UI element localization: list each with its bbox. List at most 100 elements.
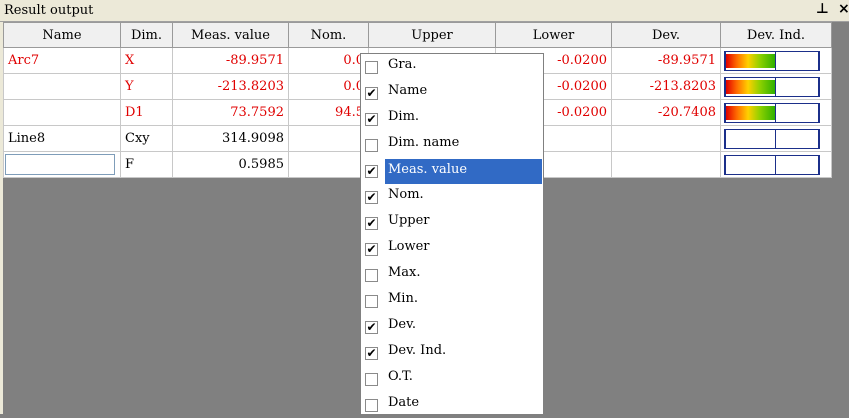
dev-indicator-fill bbox=[726, 79, 775, 94]
column-header-upper[interactable]: Upper bbox=[368, 22, 496, 48]
menu-item-label: Dev. Ind. bbox=[388, 343, 447, 358]
cell-dim: Cxy bbox=[120, 125, 173, 152]
cell-dim: Y bbox=[120, 73, 173, 100]
panel-titlebar: Result output ⊥ × bbox=[0, 0, 849, 22]
cell-meas-value: -213.8203 bbox=[172, 73, 289, 100]
menu-item-meas-value[interactable]: ✔ Meas. value bbox=[363, 159, 542, 184]
dev-indicator bbox=[724, 154, 820, 175]
dev-indicator-tick bbox=[775, 51, 776, 70]
menu-item-ot[interactable]: O.T. bbox=[363, 367, 541, 392]
cell-dev-ind bbox=[720, 151, 832, 178]
menu-item-label: Dim. bbox=[388, 109, 420, 124]
menu-item-gra[interactable]: Gra. bbox=[363, 55, 541, 80]
dev-indicator-tick bbox=[775, 129, 776, 148]
column-visibility-menu: Gra. ✔ Name ✔ Dim. Dim. name ✔ Meas. value … bbox=[360, 53, 544, 414]
menu-item-nom[interactable]: ✔ Nom. bbox=[363, 185, 541, 210]
cell-dev-ind bbox=[720, 125, 832, 152]
menu-item-upper[interactable]: ✔ Upper bbox=[363, 211, 541, 236]
column-header-meas-value[interactable]: Meas. value bbox=[172, 22, 289, 48]
cell-meas-value: 73.7592 bbox=[172, 99, 289, 126]
cell-nom: 0.0 bbox=[288, 47, 369, 74]
checkbox-icon[interactable] bbox=[365, 139, 378, 152]
column-header-dim[interactable]: Dim. bbox=[120, 22, 173, 48]
cell-meas-value: 314.9098 bbox=[172, 125, 289, 152]
pin-icon[interactable]: ⊥ bbox=[816, 1, 829, 17]
menu-item-label: Date bbox=[388, 395, 420, 410]
dev-indicator bbox=[724, 102, 820, 123]
cell-dim: X bbox=[120, 47, 173, 74]
column-header-dev[interactable]: Dev. bbox=[611, 22, 721, 48]
checkbox-icon[interactable] bbox=[365, 269, 378, 282]
dev-indicator bbox=[724, 76, 820, 97]
cell-dev-ind bbox=[720, 99, 832, 126]
cell-dev bbox=[611, 151, 721, 178]
dev-indicator bbox=[724, 50, 820, 71]
checkbox-icon[interactable]: ✔ bbox=[365, 191, 378, 204]
column-header-lower[interactable]: Lower bbox=[495, 22, 612, 48]
checkbox-icon[interactable]: ✔ bbox=[365, 217, 378, 230]
menu-item-label: Max. bbox=[388, 265, 421, 280]
menu-item-label: Lower bbox=[388, 239, 430, 254]
cell-dev-ind bbox=[720, 73, 832, 100]
menu-item-dim[interactable]: ✔ Dim. bbox=[363, 107, 541, 132]
cell-dim: F bbox=[120, 151, 173, 178]
cell-dev: -89.9571 bbox=[611, 47, 721, 74]
cell-meas-value: 0.5985 bbox=[172, 151, 289, 178]
table-header-row: Name Dim. Meas. value Nom. Upper Lower D… bbox=[3, 22, 832, 48]
cell-dev: -20.7408 bbox=[611, 99, 721, 126]
menu-item-name[interactable]: ✔ Name bbox=[363, 81, 541, 106]
cell-nom: 94.5 bbox=[288, 99, 369, 126]
column-header-nom[interactable]: Nom. bbox=[288, 22, 369, 48]
dev-indicator-tick bbox=[775, 155, 776, 174]
checkbox-icon[interactable] bbox=[365, 295, 378, 308]
menu-item-label: Gra. bbox=[388, 57, 417, 72]
cell-dev bbox=[611, 125, 721, 152]
menu-item-dev-ind[interactable]: ✔ Dev. Ind. bbox=[363, 341, 541, 366]
checkbox-icon[interactable] bbox=[365, 373, 378, 386]
menu-item-label: Upper bbox=[388, 213, 430, 228]
menu-item-label: Name bbox=[388, 83, 428, 98]
cell-nom bbox=[288, 125, 369, 152]
menu-item-label: Nom. bbox=[388, 187, 424, 202]
cell-nom: 0.0 bbox=[288, 73, 369, 100]
dev-indicator-tick bbox=[775, 77, 776, 96]
checkbox-icon[interactable]: ✔ bbox=[365, 321, 378, 334]
menu-item-label: Min. bbox=[388, 291, 418, 306]
column-header-name[interactable]: Name bbox=[3, 22, 121, 48]
menu-item-dim-name[interactable]: Dim. name bbox=[363, 133, 541, 158]
menu-item-label: O.T. bbox=[388, 369, 413, 384]
menu-item-max[interactable]: Max. bbox=[363, 263, 541, 288]
name-edit-input[interactable] bbox=[5, 154, 115, 175]
checkbox-icon[interactable]: ✔ bbox=[365, 113, 378, 126]
cell-name bbox=[3, 99, 121, 126]
cell-nom bbox=[288, 151, 369, 178]
cell-dev: -213.8203 bbox=[611, 73, 721, 100]
cell-name bbox=[3, 73, 121, 100]
cell-dev-ind bbox=[720, 47, 832, 74]
close-icon[interactable]: × bbox=[838, 1, 849, 17]
column-header-dev-ind[interactable]: Dev. Ind. bbox=[720, 22, 832, 48]
cell-meas-value: -89.9571 bbox=[172, 47, 289, 74]
cell-dim: D1 bbox=[120, 99, 173, 126]
checkbox-icon[interactable] bbox=[365, 399, 378, 412]
checkbox-icon[interactable]: ✔ bbox=[365, 347, 378, 360]
dev-indicator-fill bbox=[726, 105, 775, 120]
menu-item-lower[interactable]: ✔ Lower bbox=[363, 237, 541, 262]
dev-indicator-tick bbox=[775, 103, 776, 122]
checkbox-icon[interactable]: ✔ bbox=[365, 243, 378, 256]
panel-title: Result output bbox=[4, 3, 94, 18]
cell-name[interactable] bbox=[3, 151, 121, 178]
menu-item-min[interactable]: Min. bbox=[363, 289, 541, 314]
menu-item-label: Dim. name bbox=[388, 135, 460, 150]
cell-name: Arc7 bbox=[3, 47, 121, 74]
checkbox-icon[interactable]: ✔ bbox=[365, 87, 378, 100]
menu-item-date[interactable]: Date bbox=[363, 393, 541, 418]
menu-item-label: Meas. value bbox=[385, 159, 542, 184]
dev-indicator bbox=[724, 128, 820, 149]
menu-item-label: Dev. bbox=[388, 317, 417, 332]
cell-name: Line8 bbox=[3, 125, 121, 152]
dev-indicator-fill bbox=[726, 53, 775, 68]
checkbox-icon[interactable]: ✔ bbox=[365, 165, 378, 178]
checkbox-icon[interactable] bbox=[365, 61, 378, 74]
menu-item-dev[interactable]: ✔ Dev. bbox=[363, 315, 541, 340]
